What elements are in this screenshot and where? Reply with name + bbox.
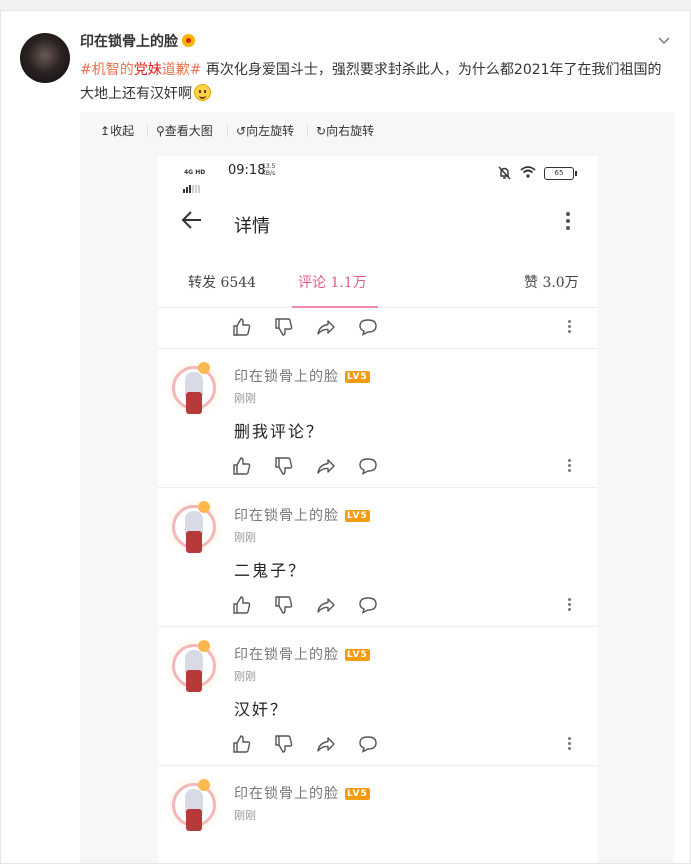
- network-speed: 13.5 KB/s: [262, 163, 276, 177]
- hashtag-link[interactable]: #机智的党妹道歉#: [80, 62, 201, 78]
- user-avatar[interactable]: [20, 33, 70, 83]
- chevron-down-icon[interactable]: [657, 33, 671, 47]
- page-title: 详情: [234, 216, 270, 237]
- comment-text: 删我评论？: [234, 422, 325, 441]
- weibo-post-card: 印在锁骨上的脸 #机智的党妹道歉# 再次化身爱国斗士，强烈要求封杀此人，为什么都…: [0, 10, 691, 864]
- username-link[interactable]: 印在锁骨上的脸: [80, 34, 178, 50]
- thumbs-down-icon[interactable]: [274, 734, 294, 754]
- comment-more-icon[interactable]: [568, 737, 572, 752]
- thumbs-down-icon[interactable]: [274, 456, 294, 476]
- tab-likes[interactable]: 赞 3.0万: [524, 272, 579, 292]
- rotate-left-button[interactable]: ↺向左旋转: [236, 120, 294, 142]
- thumbs-up-icon[interactable]: [232, 456, 252, 476]
- comment-bubble-icon[interactable]: [358, 595, 378, 615]
- comment-list: 印在锁骨上的脸LV5 刚刚 删我评论，那你汉奸实锤了！ 印在锁骨上的脸LV5 刚…: [158, 309, 598, 863]
- comment-more-icon[interactable]: [568, 598, 572, 613]
- more-options-icon[interactable]: [566, 212, 570, 233]
- thumbs-up-icon[interactable]: [232, 317, 252, 337]
- share-icon[interactable]: [316, 734, 336, 754]
- tab-repost[interactable]: 转发 6544: [188, 272, 256, 292]
- rotate-left-icon: ↺: [236, 124, 247, 138]
- comment-item: 印在锁骨上的脸 LV5 刚刚: [158, 765, 598, 863]
- thumbs-up-icon[interactable]: [232, 734, 252, 754]
- comment-more-icon[interactable]: [568, 320, 572, 335]
- commenter-name[interactable]: 印在锁骨上的脸 LV5: [234, 505, 370, 525]
- level-badge: LV5: [345, 649, 370, 661]
- phone-screenshot: 4G HD 09:18 13.5 KB/s 65 详情 转发 6544 评论 1…: [158, 156, 598, 863]
- comment-time: 刚刚: [234, 670, 256, 683]
- thumbs-down-icon[interactable]: [274, 317, 294, 337]
- collapse-button[interactable]: ↥收起: [100, 120, 134, 142]
- level-badge: LV5: [345, 371, 370, 383]
- comment-time: 刚刚: [234, 392, 256, 405]
- commenter-name[interactable]: 印在锁骨上的脸 LV5: [234, 783, 370, 803]
- comment-item: 印在锁骨上的脸LV5 刚刚 删我评论，那你汉奸实锤了！: [158, 309, 598, 349]
- commenter-avatar[interactable]: [166, 636, 222, 696]
- post-username[interactable]: 印在锁骨上的脸: [80, 31, 195, 51]
- share-icon[interactable]: [316, 595, 336, 615]
- back-arrow-icon[interactable]: [180, 208, 204, 239]
- comment-bubble-icon[interactable]: [358, 456, 378, 476]
- wifi-icon: [520, 165, 536, 182]
- signal-icon: [183, 174, 201, 193]
- comment-item: 印在锁骨上的脸 LV5 刚刚 二鬼子？: [158, 487, 598, 627]
- commenter-name[interactable]: 印在锁骨上的脸 LV5: [234, 366, 370, 386]
- comment-item: 印在锁骨上的脸 LV5 刚刚 删我评论？: [158, 348, 598, 488]
- comment-bubble-icon[interactable]: [358, 734, 378, 754]
- rotate-right-button[interactable]: ↻向右旋转: [316, 120, 374, 142]
- tab-comments[interactable]: 评论 1.1万: [298, 272, 367, 292]
- post-text: #机智的党妹道歉# 再次化身爱国斗士，强烈要求封杀此人，为什么都2021年了在我…: [80, 58, 670, 106]
- smile-emoji-icon: [194, 84, 211, 101]
- comment-text: 汉奸？: [234, 700, 289, 719]
- detail-tabs: 转发 6544 评论 1.1万 赞 3.0万: [158, 256, 598, 308]
- thumbs-down-icon[interactable]: [274, 595, 294, 615]
- rotate-right-icon: ↻: [316, 124, 327, 138]
- active-tab-indicator: [292, 306, 378, 308]
- level-badge: LV5: [345, 788, 370, 800]
- comment-time: 刚刚: [234, 531, 256, 544]
- media-viewer: ↥收起 ⚲查看大图 ↺向左旋转 ↻向右旋转 4G HD 09:18 13.5 KB…: [80, 112, 674, 863]
- comment-text: 二鬼子？: [234, 561, 307, 580]
- battery-icon: 65: [544, 167, 577, 180]
- share-icon[interactable]: [316, 317, 336, 337]
- view-large-button[interactable]: ⚲查看大图: [156, 120, 213, 142]
- status-time: 09:18: [228, 163, 266, 178]
- comment-time: 刚刚: [234, 809, 256, 822]
- vip-crown-icon: [182, 34, 195, 47]
- share-icon[interactable]: [316, 456, 336, 476]
- comment-bubble-icon[interactable]: [358, 317, 378, 337]
- detail-header: 详情: [158, 192, 598, 256]
- status-bar: 4G HD 09:18 13.5 KB/s 65: [158, 156, 598, 193]
- commenter-avatar[interactable]: [166, 775, 222, 835]
- commenter-avatar[interactable]: [166, 497, 222, 557]
- level-badge: LV5: [345, 510, 370, 522]
- commenter-name[interactable]: 印在锁骨上的脸 LV5: [234, 644, 370, 664]
- thumbs-up-icon[interactable]: [232, 595, 252, 615]
- comment-item: 印在锁骨上的脸 LV5 刚刚 汉奸？: [158, 626, 598, 766]
- bell-off-icon: [498, 166, 511, 183]
- commenter-avatar[interactable]: [166, 358, 222, 418]
- collapse-icon: ↥: [100, 124, 111, 138]
- search-icon: ⚲: [156, 124, 165, 138]
- comment-more-icon[interactable]: [568, 459, 572, 474]
